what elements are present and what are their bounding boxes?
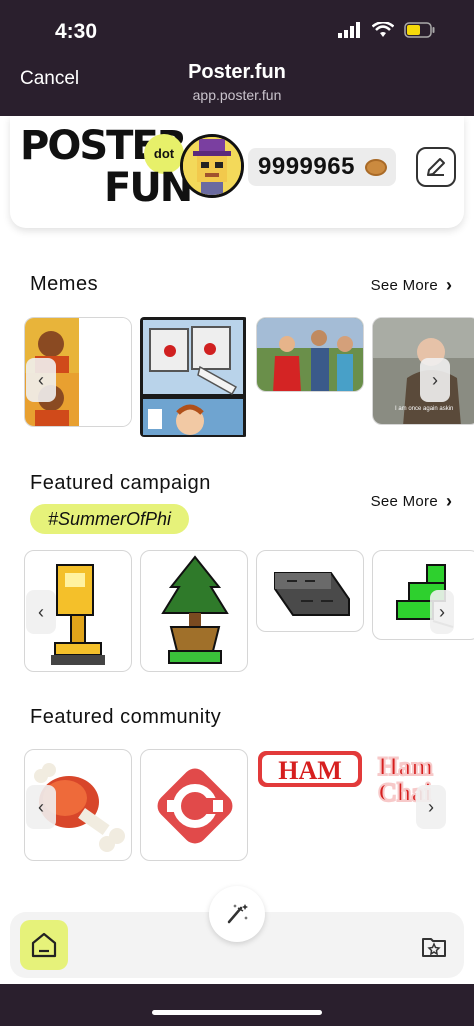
meme-card[interactable] — [256, 317, 364, 392]
magic-wand-icon — [227, 904, 248, 924]
header-card: POSTER dot FUN 9999965 — [10, 116, 464, 228]
campaign-hashtag-badge[interactable]: #SummerOfPhi — [30, 504, 190, 534]
campaign-card[interactable] — [140, 550, 248, 672]
campaign-see-more-chevron-icon[interactable]: › — [446, 491, 452, 512]
balance-value: 9999965 — [258, 153, 355, 180]
page-title: Poster.fun — [188, 61, 286, 83]
star-folder-icon — [422, 938, 446, 957]
campaign-card[interactable] — [256, 550, 364, 632]
campaign-carousel[interactable]: ‹ › — [24, 550, 474, 672]
community-carousel[interactable]: HAM Ham Chai ‹ › — [24, 749, 474, 861]
campaign-prev-arrow-icon[interactable]: ‹ — [26, 590, 56, 634]
page-url: app.poster.fun — [192, 87, 282, 103]
memes-prev-arrow-icon[interactable]: ‹ — [26, 358, 56, 402]
ham-text-label: HAM — [278, 756, 342, 785]
green-blocks-thumbnail — [396, 564, 454, 628]
memes-see-more-link[interactable]: See More — [371, 277, 438, 294]
saved-tab-button[interactable] — [416, 928, 452, 964]
home-indicator-area — [0, 984, 474, 1026]
status-bar: 4:30 Cancel Poster.fun app.poster.fun — [0, 0, 474, 116]
distracted-boyfriend-meme-thumbnail — [257, 318, 363, 391]
wifi-icon — [372, 22, 394, 37]
stone-wall-thumbnail — [274, 572, 350, 616]
battery-icon — [404, 22, 435, 38]
home-indicator[interactable] — [152, 1010, 322, 1015]
campaign-card[interactable] — [372, 550, 474, 640]
community-card[interactable] — [140, 749, 248, 861]
status-time: 4:30 — [55, 20, 98, 43]
community-card[interactable]: HAM — [256, 749, 364, 789]
campaign-next-arrow-icon[interactable]: › — [430, 590, 454, 634]
bernie-caption: I am once again askin — [395, 406, 453, 412]
red-diamond-c-thumbnail — [157, 768, 233, 844]
pixel-avatar-icon — [183, 137, 241, 195]
community-section-title: Featured community — [30, 706, 222, 728]
community-prev-arrow-icon[interactable]: ‹ — [26, 785, 56, 829]
avatar[interactable] — [180, 134, 244, 198]
coin-balance: 9999965 — [248, 148, 396, 186]
campaign-section-title: Featured campaign — [30, 472, 211, 494]
signal-icon — [338, 22, 360, 38]
ham-text-thumbnail: HAM — [258, 751, 362, 787]
coin-icon — [364, 158, 387, 176]
two-buttons-meme-thumbnail — [140, 317, 246, 437]
edit-pencil-icon — [427, 158, 445, 176]
system-icons — [338, 22, 436, 38]
edit-button[interactable] — [416, 147, 456, 187]
logo-word-fun: FUN — [104, 165, 193, 211]
main-content: POSTER dot FUN 9999965 Memes See More › … — [0, 116, 474, 984]
memes-carousel[interactable]: I am once again askin ‹ › — [24, 317, 474, 437]
memes-section-title: Memes — [30, 273, 99, 295]
home-icon — [31, 932, 57, 958]
poster-fun-logo[interactable]: POSTER dot FUN — [20, 124, 193, 216]
memes-next-arrow-icon[interactable]: › — [420, 358, 450, 402]
community-next-arrow-icon[interactable]: › — [416, 785, 446, 829]
home-tab-button[interactable] — [20, 920, 68, 970]
create-poster-button[interactable] — [209, 886, 265, 942]
campaign-see-more-link[interactable]: See More — [371, 493, 438, 510]
meme-card[interactable] — [140, 317, 248, 437]
potted-tree-thumbnail — [161, 555, 229, 664]
svg-text:Ham: Ham — [378, 752, 433, 781]
memes-see-more-chevron-icon[interactable]: › — [446, 275, 452, 296]
